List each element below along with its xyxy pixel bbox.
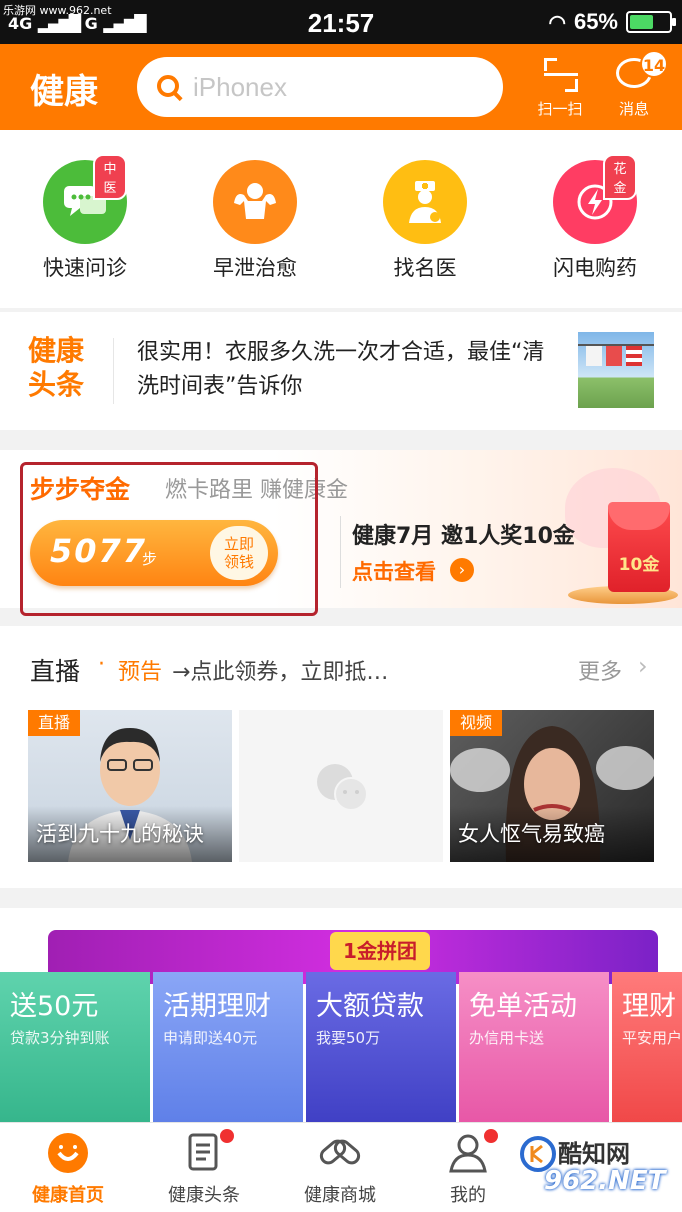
status-right: ◠ 65% <box>548 9 676 35</box>
tile-subtitle: 贷款3分钟到账 <box>10 1029 110 1047</box>
video-card[interactable]: 视频 女人怄气易致癌 <box>450 710 654 862</box>
quick-entry-tag: 中医 <box>93 154 127 200</box>
quick-entry-label: 闪电购药 <box>553 256 637 280</box>
live-section: 直播 · 预告 →点此领券，立即抵… 更多 › 直播 活到九十九的秘诀 视频 女… <box>0 626 682 888</box>
banner-tile[interactable]: 理财 平安用户 <box>612 972 682 1126</box>
tile-title: 理财 <box>622 991 676 1022</box>
site-watermark: 酷知网 962.NET <box>518 1130 680 1210</box>
video-tag: 视频 <box>450 710 503 736</box>
live-notice[interactable]: 预告 <box>118 654 162 686</box>
tab-home[interactable]: 健康首页 <box>0 1131 136 1207</box>
divider <box>340 516 341 588</box>
card-caption: 女人怄气易致癌 <box>458 822 605 846</box>
tab-label: 健康头条 <box>168 1185 240 1206</box>
quick-entry-medicine[interactable]: 花金 闪电购药 <box>520 154 670 282</box>
divider <box>113 338 114 404</box>
banner-tile[interactable]: 免单活动 办信用卡送 <box>459 972 609 1126</box>
quick-entry-label: 快速问诊 <box>43 256 127 280</box>
live-title: 直播 <box>30 657 81 686</box>
red-packet-text: 10金 <box>618 555 660 575</box>
watermark-line1: 酷知网 <box>558 1140 630 1168</box>
tile-title: 大额贷款 <box>316 991 424 1022</box>
news-logo-line: 健康 <box>28 334 85 367</box>
tab-news[interactable]: 健康头条 <box>136 1129 272 1207</box>
user-icon <box>446 1129 498 1175</box>
search-bar[interactable] <box>137 57 503 117</box>
chevron-right-icon[interactable]: › <box>638 652 648 680</box>
tile-title: 免单活动 <box>469 991 577 1022</box>
health-news[interactable]: 健康 头条 很实用！衣服多久洗一次才合适，最佳“清洗时间表”告诉你 <box>0 312 682 430</box>
document-icon <box>182 1129 234 1175</box>
search-icon <box>157 75 179 97</box>
live-description[interactable]: →点此领券，立即抵… <box>172 654 388 686</box>
news-logo-line: 头条 <box>28 368 85 401</box>
live-tag: 直播 <box>28 710 81 736</box>
battery-percent: 65% <box>573 9 618 34</box>
more-link[interactable]: 更多 <box>578 654 622 686</box>
quick-entries: 中医 快速问诊 早泄治愈 找名医 花金 闪电购药 <box>0 130 682 308</box>
quick-entry-circle: 中医 <box>43 154 127 244</box>
card-caption: 活到九十九的秘诀 <box>36 822 204 846</box>
message-button[interactable]: 14 消息 <box>604 50 668 124</box>
message-badge: 14 <box>640 50 668 78</box>
news-logo: 健康 头条 <box>28 334 94 402</box>
battery-icon <box>626 11 676 33</box>
quick-entry-doctor[interactable]: 找名医 <box>350 160 500 282</box>
tab-label: 健康首页 <box>32 1185 104 1206</box>
group-buy-label[interactable]: 1金拼团 <box>330 932 430 970</box>
tab-label: 我的 <box>450 1185 486 1206</box>
tile-subtitle: 申请即送40元 <box>163 1029 258 1047</box>
watermark-line2: 962.NET <box>544 1166 666 1196</box>
quick-entry-label: 找名医 <box>393 256 457 280</box>
quick-entry-label: 早泄治愈 <box>213 256 297 280</box>
scan-label: 扫一扫 <box>537 100 583 118</box>
banner-tile[interactable]: 大额贷款 我要50万 <box>306 972 456 1126</box>
quick-entry-consult[interactable]: 中医 快速问诊 <box>10 154 160 282</box>
tab-mall[interactable]: 健康商城 <box>272 1131 408 1207</box>
quick-entry-circle <box>213 160 297 244</box>
finance-banner[interactable]: 1金拼团 送50元 贷款3分钟到账 活期理财 申请即送40元 大额贷款 我要50… <box>0 908 682 1126</box>
notification-dot <box>220 1129 234 1143</box>
smile-home-icon <box>46 1131 90 1175</box>
live-card[interactable]: 直播 活到九十九的秘诀 <box>28 710 232 862</box>
scan-button[interactable]: 扫一扫 <box>530 54 590 124</box>
wifi-icon: ◠ <box>548 11 566 34</box>
doctor-icon <box>383 160 467 244</box>
red-packet-icon[interactable]: 10金 <box>608 502 670 592</box>
banner-tile[interactable]: 活期理财 申请即送40元 <box>153 972 303 1126</box>
tile-title: 活期理财 <box>163 991 271 1022</box>
search-input[interactable] <box>193 69 483 105</box>
tile-subtitle: 办信用卡送 <box>469 1029 545 1047</box>
tab-mine[interactable]: 我的 <box>400 1129 536 1207</box>
placeholder-chat-icon <box>317 764 368 811</box>
arrow-right-icon[interactable]: › <box>450 558 474 582</box>
tile-subtitle: 我要50万 <box>316 1029 381 1047</box>
steps-section: 步步夺金 燃卡路里 赚健康金 5077 步 立即 领钱 健康7月 邀1人奖10金… <box>0 450 682 616</box>
promo-link[interactable]: 点击查看 <box>352 556 436 586</box>
scan-icon <box>544 58 578 92</box>
banner-tile[interactable]: 送50元 贷款3分钟到账 <box>0 972 150 1126</box>
live-dot: · <box>98 652 105 677</box>
brand-logo[interactable]: 健康 <box>30 64 98 113</box>
news-headline[interactable]: 很实用！衣服多久洗一次才合适，最佳“清洗时间表”告诉你 <box>137 336 547 404</box>
tab-label: 健康商城 <box>304 1185 376 1206</box>
quick-entry-cure[interactable]: 早泄治愈 <box>180 160 330 282</box>
quick-entry-circle: 花金 <box>553 154 637 244</box>
promo-title[interactable]: 健康7月 邀1人奖10金 <box>352 518 575 550</box>
tile-subtitle: 平安用户 <box>622 1029 682 1047</box>
quick-entry-tag: 花金 <box>603 154 637 200</box>
news-thumbnail <box>578 332 654 408</box>
tile-title: 送50元 <box>10 991 99 1022</box>
app-header: 健康 扫一扫 14 消息 <box>0 44 682 130</box>
status-bar: 乐游网 www.962.net 4G ▂▄▆█ G ▂▄▆█ 21:57 ◠ 6… <box>0 0 682 44</box>
quick-entry-circle <box>383 160 467 244</box>
message-label: 消息 <box>618 100 649 118</box>
live-card-placeholder[interactable] <box>239 710 443 862</box>
notification-dot <box>484 1129 498 1143</box>
muscle-icon <box>213 160 297 244</box>
pill-icon <box>318 1131 362 1175</box>
highlight-box <box>20 462 318 616</box>
battery-fill <box>630 15 654 29</box>
